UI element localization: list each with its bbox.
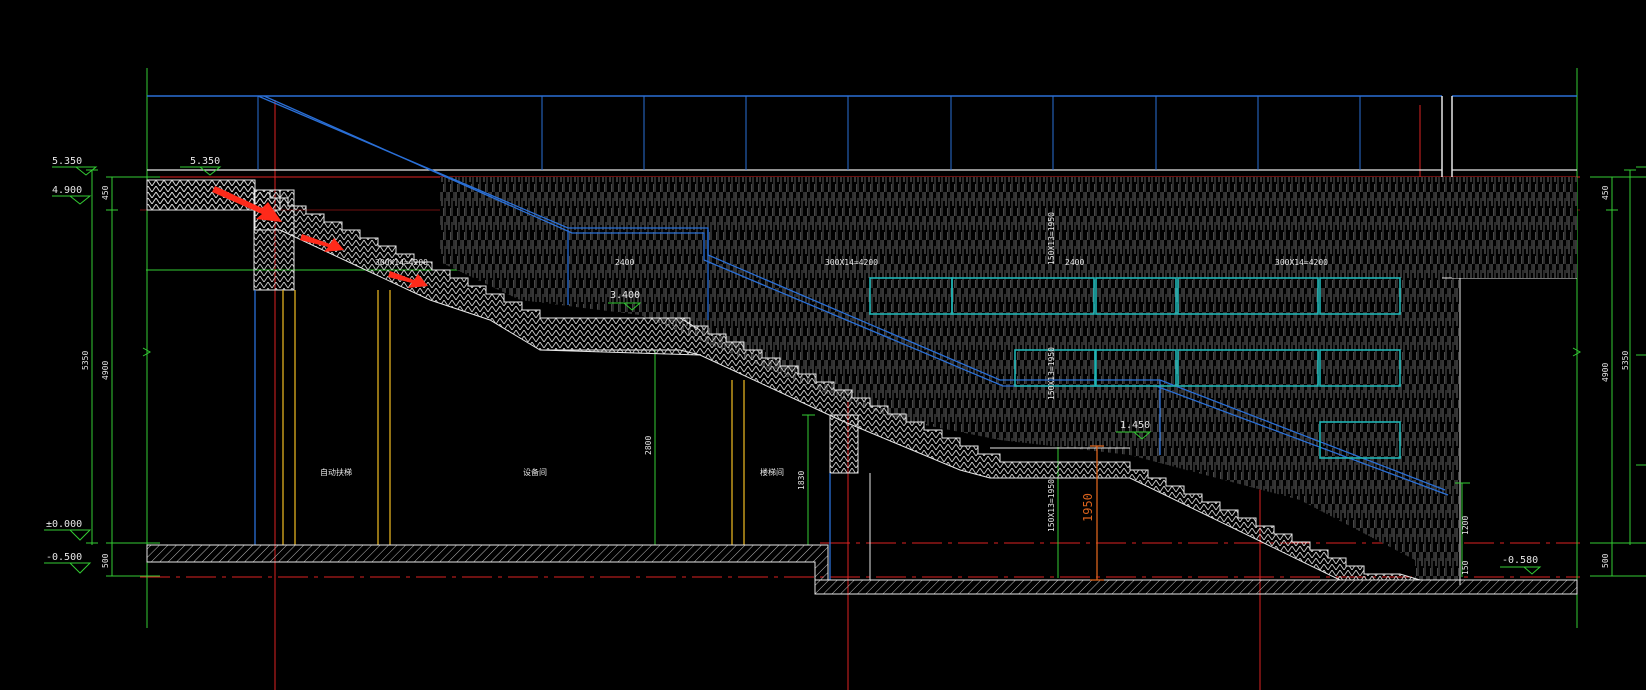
right-dim-mid: 4900 — [1601, 363, 1610, 382]
room-label-3: 楼梯间 — [760, 467, 784, 477]
right-dim-top: 450 — [1601, 185, 1610, 200]
right-dim-total: 5350 — [1621, 351, 1630, 370]
room-label-2: 设备间 — [523, 467, 547, 477]
elev-ground: ±0.000 — [46, 519, 82, 530]
left-dim-top: 450 — [101, 185, 110, 200]
label-vert-upper: 150X13=1950 — [1047, 212, 1056, 265]
label-right-run: 300X14=4200 — [825, 258, 878, 267]
mid-beam — [829, 414, 859, 474]
wall-hatch — [440, 177, 1577, 585]
left-dim-bottom: 500 — [101, 553, 110, 568]
elev-left-top: 5.350 — [52, 156, 82, 167]
elev-lower-landing: 1.450 — [1120, 420, 1150, 431]
room-label-1: 自动扶梯 — [320, 467, 352, 477]
label-dim-2800: 2800 — [644, 436, 653, 455]
stair-section-drawing: 1950 5.350 4.900 5.350 ±0.000 -0.500 3.4… — [44, 68, 1646, 690]
label-vert-mid: 150X13=1950 — [1047, 347, 1056, 400]
elev-left-basement: -0.500 — [46, 552, 82, 563]
label-mid-landing-w: 2400 — [615, 258, 634, 267]
label-dim-1830: 1830 — [797, 471, 806, 490]
elev-right-basement: -0.580 — [1502, 555, 1538, 566]
elev-mid-landing: 3.400 — [610, 290, 640, 301]
label-upper-run: 300X14=4200 — [375, 258, 428, 267]
right-dim-bottom: 500 — [1601, 553, 1610, 568]
ground-slab — [146, 544, 829, 581]
label-dim-1200: 1200 — [1461, 516, 1470, 535]
label-right-landing-w: 2400 — [1065, 258, 1084, 267]
label-dim-150: 150 — [1461, 560, 1470, 575]
basement-slab — [814, 579, 1578, 595]
elev-left-floor: 4.900 — [52, 185, 82, 196]
label-right-run2: 300X14=4200 — [1275, 258, 1328, 267]
left-dim-mid: 4900 — [101, 361, 110, 380]
dim-1950-label: 1950 — [1081, 493, 1095, 522]
left-dim-total: 5350 — [81, 351, 90, 370]
label-vert-lower: 150X13=1950 — [1047, 479, 1056, 532]
elev-landing-top: 5.350 — [190, 156, 220, 167]
